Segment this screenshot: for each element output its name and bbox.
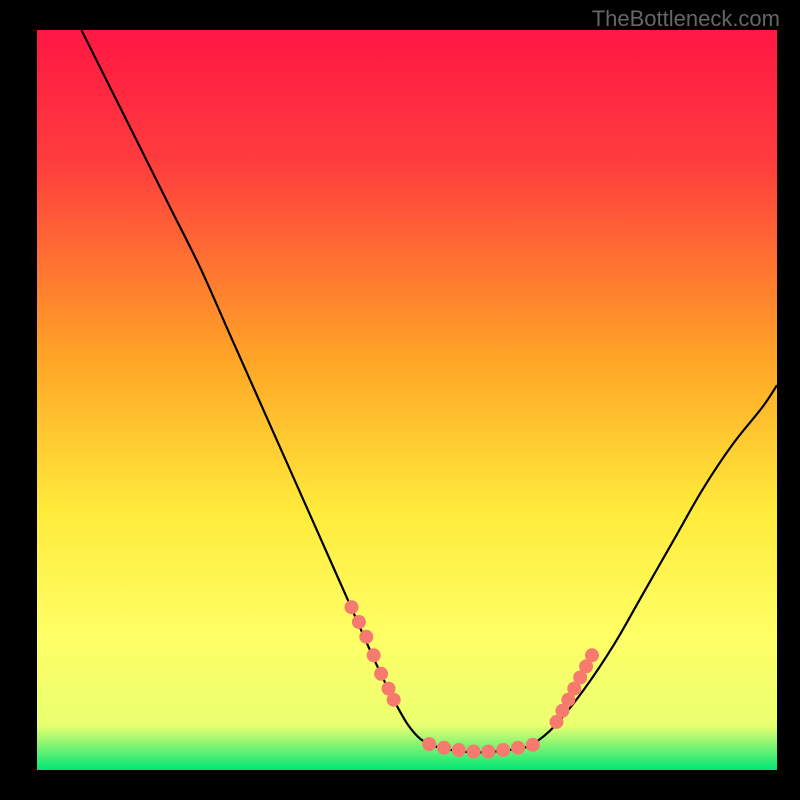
marker-left (359, 630, 373, 644)
marker-valley (452, 743, 466, 757)
marker-right (585, 648, 599, 662)
marker-left (345, 600, 359, 614)
marker-valley (437, 741, 451, 755)
plot-area (37, 30, 777, 770)
marker-left (367, 648, 381, 662)
marker-left (352, 615, 366, 629)
marker-valley (481, 745, 495, 759)
marker-valley (422, 737, 436, 751)
watermark-text: TheBottleneck.com (592, 6, 780, 32)
chart-svg (37, 30, 777, 770)
marker-valley (526, 738, 540, 752)
marker-left (387, 693, 401, 707)
gradient-background (37, 30, 777, 770)
chart-container: TheBottleneck.com (0, 0, 800, 800)
marker-valley (511, 741, 525, 755)
marker-left (374, 667, 388, 681)
marker-valley (496, 743, 510, 757)
marker-valley (467, 745, 481, 759)
